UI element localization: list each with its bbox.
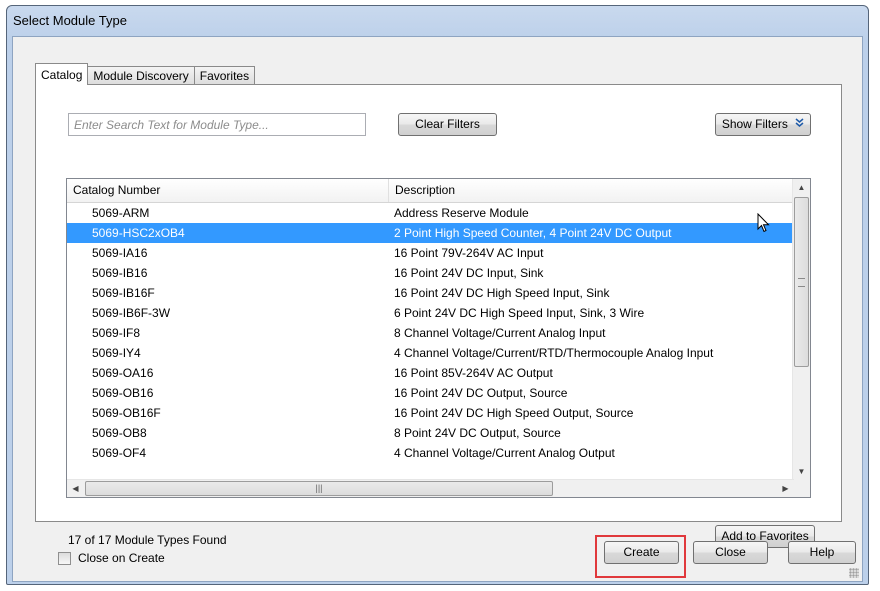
catalog-number-cell: 5069-IF8 [92,326,141,340]
catalog-number-cell: 5069-OB16F [92,406,161,420]
window-title: Select Module Type [13,13,127,28]
description-cell: 16 Point 24V DC Output, Source [394,386,568,400]
table-row[interactable]: 5069-IB6F-3W 6 Point 24V DC High Speed In… [67,303,794,323]
column-header-catalog-number[interactable]: Catalog Number [67,179,389,202]
resize-grip-icon[interactable] [849,568,859,578]
vertical-scroll-thumb[interactable] [794,197,809,367]
mouse-pointer-icon [757,212,770,236]
table-row[interactable]: 5069-IB16F 16 Point 24V DC High Speed Inp… [67,283,794,303]
scroll-right-arrow-icon[interactable]: ▶ [777,480,794,497]
catalog-number-cell: 5069-IB16 [92,266,148,280]
description-cell: 8 Point 24V DC Output, Source [394,426,561,440]
double-chevron-down-icon [795,114,804,135]
catalog-number-cell: 5069-HSC2xOB4 [92,226,185,240]
module-table: Catalog Number Description 5069-ARM Addre… [66,178,811,498]
column-header-description[interactable]: Description [389,179,794,202]
table-row[interactable]: 5069-IY4 4 Channel Voltage/Current/RTD/Th… [67,343,794,363]
create-highlight-box [595,535,686,578]
help-button[interactable]: Help [788,541,856,564]
catalog-number-cell: 5069-OA16 [92,366,154,380]
tab-strip: Catalog Module Discovery Favorites [35,63,256,85]
table-row[interactable]: 5069-OF4 4 Channel Voltage/Current Analog… [67,443,794,463]
catalog-number-cell: 5069-OB16 [92,386,154,400]
scroll-up-arrow-icon[interactable]: ▲ [793,179,810,196]
table-header: Catalog Number Description [67,179,794,203]
description-cell: 8 Channel Voltage/Current Analog Input [394,326,606,340]
module-count-status: 17 of 17 Module Types Found [68,533,227,547]
description-cell: 16 Point 24V DC High Speed Output, Sourc… [394,406,634,420]
scroll-corner [793,480,810,497]
description-cell: 4 Channel Voltage/Current/RTD/Thermocoup… [394,346,714,360]
scroll-down-arrow-icon[interactable]: ▼ [793,463,810,480]
select-module-type-dialog: Select Module Type Catalog Module Discov… [6,5,869,585]
catalog-number-cell: 5069-IB6F-3W [92,306,171,320]
grip-lines-icon [798,278,805,287]
description-cell: 6 Point 24V DC High Speed Input, Sink, 3… [394,306,645,320]
table-row[interactable]: 5069-OA16 16 Point 85V-264V AC Output [67,363,794,383]
clear-filters-label: Clear Filters [415,117,480,131]
show-filters-label: Show Filters [721,117,788,131]
table-row[interactable]: 5069-OB16 16 Point 24V DC Output, Source [67,383,794,403]
close-on-create-checkbox[interactable] [58,552,71,565]
close-label: Close [715,545,746,559]
catalog-number-cell: 5069-IY4 [92,346,141,360]
tab-favorites[interactable]: Favorites [193,66,256,85]
table-row[interactable]: 5069-ARM Address Reserve Module [67,203,794,223]
description-cell: 16 Point 79V-264V AC Input [394,246,544,260]
description-cell: 2 Point High Speed Counter, 4 Point 24V … [394,226,672,240]
description-cell: 16 Point 24V DC High Speed Input, Sink [394,286,610,300]
close-on-create-label: Close on Create [78,551,165,565]
vertical-scrollbar[interactable]: ▲ ▼ [792,179,810,480]
table-row[interactable]: 5069-OB16F 16 Point 24V DC High Speed Out… [67,403,794,423]
table-row[interactable]: 5069-IF8 8 Channel Voltage/Current Analog… [67,323,794,343]
table-row[interactable]: 5069-IB16 16 Point 24V DC Input, Sink [67,263,794,283]
scroll-left-arrow-icon[interactable]: ◀ [67,480,84,497]
search-input[interactable] [68,113,366,136]
description-cell: 16 Point 24V DC Input, Sink [394,266,544,280]
clear-filters-button[interactable]: Clear Filters [398,113,497,136]
catalog-panel: Clear Filters Show Filters Catalog Numbe… [35,84,842,548]
help-label: Help [809,545,835,559]
table-rows: 5069-ARM Address Reserve Module 5069-HSC2… [67,203,794,463]
table-row[interactable]: 5069-IA16 16 Point 79V-264V AC Input [67,243,794,263]
catalog-number-cell: 5069-IA16 [92,246,148,260]
show-filters-button[interactable]: Show Filters [715,113,811,136]
description-cell: 16 Point 85V-264V AC Output [394,366,553,380]
catalog-number-cell: 5069-OB8 [92,426,147,440]
horizontal-scroll-thumb[interactable]: ||| [85,481,553,496]
tab-catalog[interactable]: Catalog [35,63,89,85]
table-row-selected[interactable]: 5069-HSC2xOB4 2 Point High Speed Counter,… [67,223,794,243]
table-row[interactable]: 5069-OB8 8 Point 24V DC Output, Source [67,423,794,443]
horizontal-scrollbar[interactable]: ◀ ||| ▶ [67,479,794,497]
description-cell: 4 Channel Voltage/Current Analog Output [394,446,615,460]
tab-module-discovery[interactable]: Module Discovery [87,66,195,85]
grip-lines-icon: ||| [315,483,323,493]
close-button[interactable]: Close [693,541,768,564]
catalog-number-cell: 5069-OF4 [92,446,147,460]
catalog-number-cell: 5069-IB16F [92,286,155,300]
dialog-client-area: Catalog Module Discovery Favorites Clear… [12,36,863,582]
catalog-number-cell: 5069-ARM [92,206,150,220]
description-cell: Address Reserve Module [394,206,529,220]
title-bar[interactable]: Select Module Type [7,6,868,34]
